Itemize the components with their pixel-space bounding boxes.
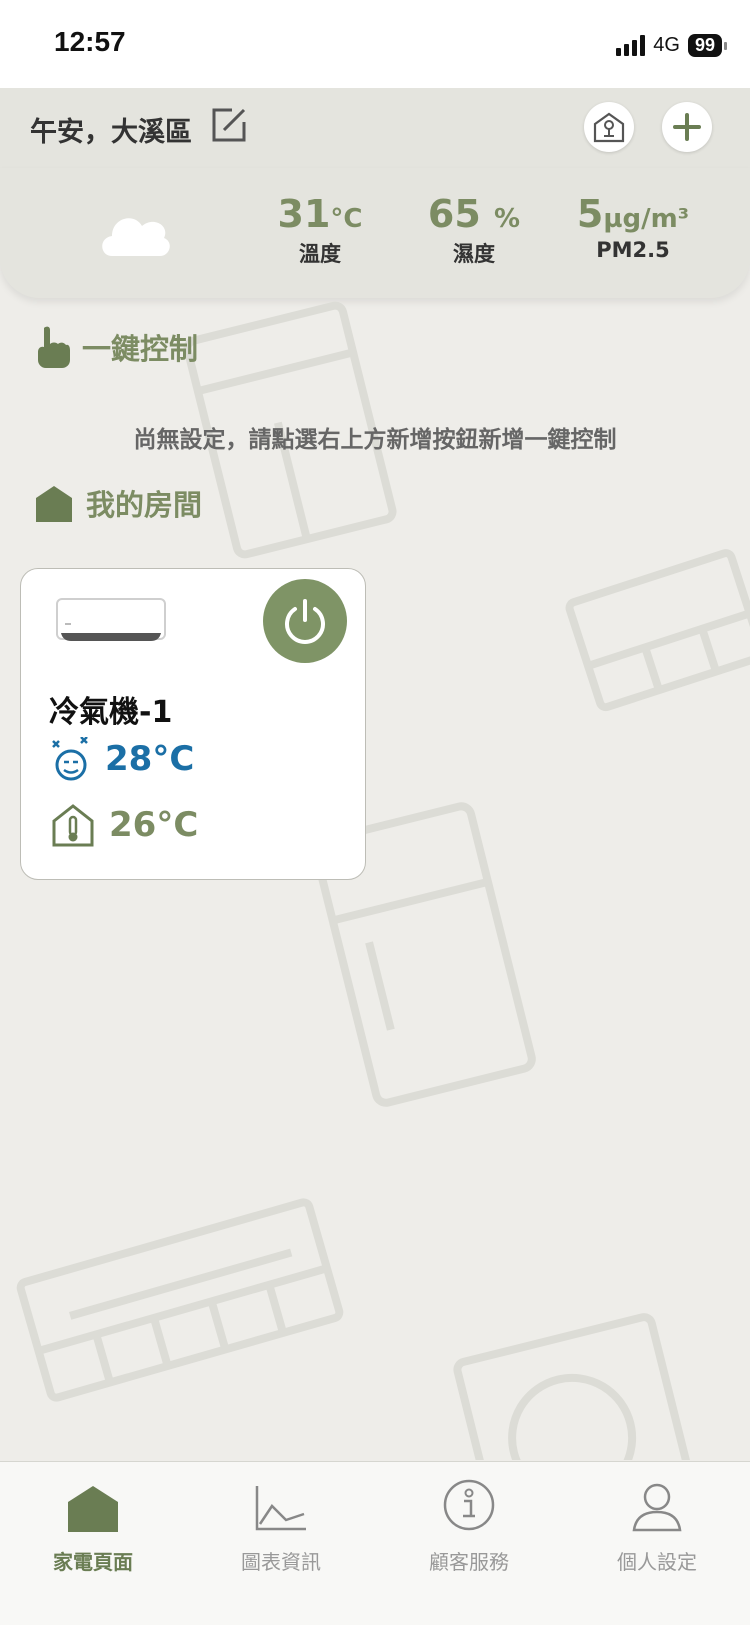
status-bar: 12:57 4G 99 bbox=[0, 0, 750, 88]
house-icon bbox=[68, 1486, 118, 1532]
temperature-value: 31 bbox=[277, 192, 331, 236]
add-button[interactable] bbox=[662, 102, 712, 152]
greeting-location: 午安，大溪區 bbox=[30, 117, 192, 148]
one-key-section-title: 一鍵控制 bbox=[36, 326, 198, 368]
edit-icon[interactable] bbox=[210, 106, 248, 144]
chart-icon bbox=[255, 1486, 306, 1531]
pm25-metric: 5µg/m³ PM2.5 bbox=[568, 192, 698, 262]
top-header: 午安，大溪區 bbox=[0, 88, 750, 169]
tab-label: 家電頁面 bbox=[53, 1550, 133, 1574]
air-conditioner-icon bbox=[56, 598, 166, 641]
device-name: 冷氣機-1 bbox=[49, 695, 173, 730]
humidity-metric: 65 % 濕度 bbox=[424, 192, 524, 268]
house-lock-button[interactable] bbox=[584, 102, 634, 152]
battery-indicator: 99 bbox=[687, 33, 728, 57]
sleep-face-icon bbox=[52, 737, 88, 781]
rooms-title-text: 我的房間 bbox=[86, 488, 203, 522]
tab-label: 顧客服務 bbox=[429, 1550, 509, 1574]
set-temperature: 28°C bbox=[105, 739, 195, 779]
humidity-label: 濕度 bbox=[453, 242, 495, 266]
tab-home-appliances[interactable]: 家電頁面 bbox=[18, 1476, 168, 1575]
cloud-icon bbox=[102, 218, 170, 256]
temperature-label: 溫度 bbox=[299, 242, 341, 266]
pm25-value: 5 bbox=[576, 192, 604, 236]
network-type: 4G bbox=[653, 33, 680, 56]
tab-label: 圖表資訊 bbox=[241, 1550, 321, 1574]
power-icon bbox=[285, 599, 325, 644]
hand-pointer-icon bbox=[38, 326, 70, 368]
temperature-metric: 31°C 溫度 bbox=[270, 192, 370, 268]
temperature-unit: °C bbox=[330, 204, 363, 234]
pm25-label: PM2.5 bbox=[596, 238, 670, 262]
person-icon bbox=[632, 1483, 682, 1532]
humidity-unit: % bbox=[494, 204, 521, 234]
tab-customer-service[interactable]: 顧客服務 bbox=[394, 1476, 544, 1575]
pm25-unit: µg/m³ bbox=[603, 204, 690, 234]
house-lock-icon bbox=[593, 112, 625, 143]
info-icon bbox=[443, 1479, 495, 1531]
set-temp-row: 28°C bbox=[51, 737, 194, 781]
indoor-temp-row: 26°C bbox=[51, 803, 198, 847]
one-key-empty-message: 尚無設定，請點選右上方新增按鈕新增一鍵控制 bbox=[133, 427, 617, 453]
tab-personal-settings[interactable]: 個人設定 bbox=[582, 1476, 732, 1575]
background-appliance-art bbox=[16, 301, 750, 1460]
signal-icon bbox=[616, 34, 646, 56]
status-indicators: 4G 99 bbox=[616, 30, 728, 60]
indoor-temperature: 26°C bbox=[109, 805, 199, 845]
rooms-section-title: 我的房間 bbox=[34, 482, 202, 524]
status-time: 12:57 bbox=[54, 26, 126, 57]
humidity-value: 65 bbox=[427, 192, 481, 236]
plus-icon bbox=[673, 113, 701, 141]
power-button[interactable] bbox=[263, 579, 347, 663]
tab-label: 個人設定 bbox=[617, 1550, 697, 1574]
weather-panel: 31°C 溫度 65 % 濕度 5µg/m³ PM2.5 bbox=[0, 168, 750, 298]
house-icon bbox=[36, 486, 72, 522]
bottom-tab-bar: 家電頁面 圖表資訊 顧客服務 個人設定 bbox=[0, 1461, 750, 1625]
device-card[interactable]: 冷氣機-1 28°C 26°C bbox=[20, 568, 366, 880]
one-key-title-text: 一鍵控制 bbox=[82, 332, 199, 366]
tab-charts[interactable]: 圖表資訊 bbox=[206, 1476, 356, 1575]
house-thermometer-icon bbox=[52, 804, 94, 847]
